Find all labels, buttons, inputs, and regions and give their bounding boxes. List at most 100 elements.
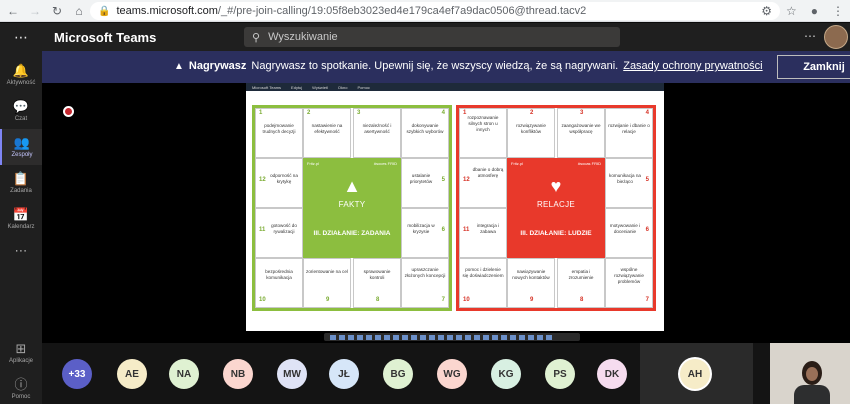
search-box[interactable]: ⚲ [244,27,620,47]
participant-avatar[interactable]: NB [223,359,253,389]
menubar-item: Microsoft Teams [252,84,282,90]
cell-number: 2 [530,110,534,116]
reload-icon[interactable]: ↻ [48,2,66,20]
rail-item-calendar[interactable]: 📅 Kalendarz [0,201,42,237]
triangle-icon: ▲ [343,176,361,196]
url-path: /_#/pre-join-calling/19:05f8eb3023ed4e17… [217,5,587,17]
rail-item-activity[interactable]: 🔔 Aktywność [0,57,42,93]
board-cell: 5 komunikacja na bieżąco [605,158,653,208]
board-facts: 1 podejmowanie trudnych decyzji 2 nastawie… [252,105,452,311]
cell-text: empatia i zrozumienie [568,269,594,280]
rail-item-label: Kalendarz [7,224,35,230]
rail-item-label: Pomoc [11,394,31,400]
back-icon[interactable]: ← [4,2,22,20]
recording-banner: ▲ Nagrywasz Nagrywasz to spotkanie. Upew… [42,51,850,83]
board-cell: 12 dbanie o dobrą atmosferę [459,158,507,208]
board-relations: 1 rozpoznawanie silnych stron u innych 2 r… [456,105,656,311]
menubar-item: Pomoc [357,84,370,90]
close-banner-button[interactable]: Zamknij [777,55,850,79]
board-cell: nawiązywanie nowych kontaktów 9 [507,258,555,308]
center-tag: #socas FRID [577,161,601,166]
participant-avatar[interactable]: WG [437,359,467,389]
forward-icon[interactable]: → [26,2,44,20]
board-cell: 1 rozpoznawanie silnych stron u innych [459,108,507,158]
cell-text: integracja i zabawa [476,223,500,234]
cell-number: 6 [441,227,445,233]
tasks-icon: 📋 [12,171,30,186]
recording-indicator-icon [63,106,74,117]
active-speaker-tile[interactable]: AH [640,343,753,404]
warning-icon: ▲ [174,60,184,72]
participant-initials: MW [283,368,301,380]
cell-number: 6 [645,227,649,233]
cell-number: 5 [441,177,445,183]
app-launcher-icon[interactable]: ⋯ [0,23,42,51]
center-tag: #soces FRID [373,161,397,166]
more-options-icon[interactable]: ⋯ [804,29,816,43]
video-person-body [794,385,830,404]
settings-icon[interactable]: ⚙ [761,4,772,18]
rail-item-help[interactable]: ⓘ Pomoc [0,371,42,407]
address-bar[interactable]: 🔒 teams.microsoft.com /_#/pre-join-calli… [90,2,780,20]
cell-number: 7 [645,297,649,303]
participant-avatar[interactable]: DK [597,359,627,389]
participant-avatar[interactable]: AE [117,359,147,389]
menubar-item: Edytuj [291,84,303,90]
cell-text: upraszczanie złożonych koncepcji [404,267,446,278]
search-input[interactable] [268,31,569,43]
video-person-face [806,367,818,381]
participant-avatar[interactable]: KG [491,359,521,389]
browser-toolbar: ← → ↻ ⌂ 🔒 teams.microsoft.com /_#/pre-jo… [0,0,850,22]
avatar[interactable] [824,25,848,49]
board-cell: 2 rozwiązywanie konfliktów [507,108,555,158]
cell-number: 8 [376,297,380,303]
participant-initials: JŁ [338,368,350,380]
rail-item-chat[interactable]: 💬 Czat [0,93,42,129]
participant-avatar[interactable]: MW [277,359,307,389]
center-tag: Fritz.pl [307,161,319,166]
cell-text: pomoc i dzielenie się doświadczeniem [462,267,504,278]
cell-text: zaangażowanie we współpracę [561,123,601,134]
participant-initials: AH [687,368,703,380]
privacy-link[interactable]: Zasady ochrony prywatności [623,60,762,72]
rail-more-button[interactable]: ⋯ [0,233,42,269]
participant-avatar[interactable]: BG [383,359,413,389]
cell-number: 7 [441,297,445,303]
rail-item-teams[interactable]: 👥 Zespoły [0,129,42,165]
cell-number: 9 [326,297,330,303]
participant-initials: DK [604,368,620,380]
app-title: Microsoft Teams [54,29,157,45]
more-participants-button[interactable]: +33 [62,359,92,389]
board-cell: 4 rozwijanie i dbanie o relacje [605,108,653,158]
participant-initials: NB [230,368,246,380]
cell-number: 5 [645,177,649,183]
cell-text: odporność na krytykę [270,173,298,184]
cell-text: mobilizacja w kryzysie [407,223,435,234]
cell-text: dbanie o dobrą atmosferę [472,167,504,178]
board-cell: upraszczanie złożonych koncepcji 7 [401,258,449,308]
participant-avatar[interactable]: NA [169,359,199,389]
rail-item-tasks[interactable]: 📋 Zadania [0,165,42,201]
cell-text: rozwiązywanie konfliktów [516,123,546,134]
self-video-tile[interactable] [770,343,850,404]
cell-number: 8 [580,297,584,303]
meeting-stage: Microsoft Teams Edytuj Wyświetl Okno Pom… [42,83,850,343]
board-cell: 4 dokonywanie szybkich wyborów [401,108,449,158]
participant-avatar[interactable]: PS [545,359,575,389]
board-cell: sprawowanie kontroli 8 [353,258,401,308]
menubar-item: Wyświetl [312,84,328,90]
board-cell: wspólne rozwiązywanie problemów 7 [605,258,653,308]
cell-text: rozwijanie i dbanie o relacje [608,123,650,134]
center-title: RELACJE [536,200,576,209]
cell-number: 9 [530,297,534,303]
participant-avatar[interactable]: JŁ [329,359,359,389]
profile-icon[interactable]: ● [811,4,818,18]
menu-icon[interactable]: ⋮ [832,4,844,18]
home-icon[interactable]: ⌂ [70,2,88,20]
teams-icon: 👥 [13,135,31,150]
cell-number: 2 [307,110,311,116]
cell-text: wspólne rozwiązywanie problemów [614,267,644,284]
rail-item-apps[interactable]: ⊞ Aplikacje [0,335,42,371]
participant-initials: PS [553,368,567,380]
star-icon[interactable]: ☆ [786,4,797,18]
